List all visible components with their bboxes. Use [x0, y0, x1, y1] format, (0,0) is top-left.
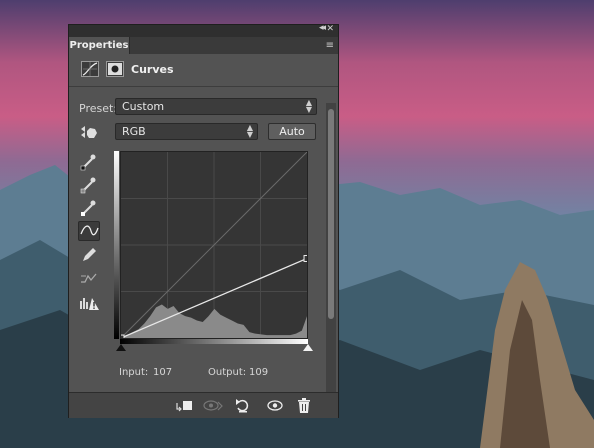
output-value: 109	[249, 367, 269, 378]
white-point-slider[interactable]	[303, 344, 313, 351]
panel-footer	[69, 392, 338, 418]
eyedropper-gray-icon[interactable]	[78, 175, 100, 195]
collapse-icon[interactable]: ◂◂	[319, 23, 326, 33]
preset-value: Custom	[122, 100, 165, 113]
preset-label: Preset:	[79, 102, 118, 115]
curve-point[interactable]	[303, 255, 308, 262]
curves-graph[interactable]	[120, 151, 308, 339]
panel-tab-row: Properties ≡	[69, 37, 338, 54]
reset-icon[interactable]	[233, 397, 253, 414]
adjustment-title: Curves	[131, 63, 174, 76]
dropdown-arrows-icon: ▲ ▼	[246, 123, 253, 139]
eyedropper-black-icon[interactable]	[78, 152, 100, 172]
input-label: Input:	[119, 367, 149, 378]
panel-title-bar: ◂◂ ✕	[69, 23, 338, 37]
hand-adjust-icon[interactable]	[78, 123, 100, 143]
smooth-curve-icon[interactable]	[78, 268, 100, 288]
input-gradient-bar	[120, 339, 308, 344]
panel-scrollbar[interactable]	[326, 103, 336, 393]
close-icon[interactable]: ✕	[326, 24, 334, 34]
properties-panel: ◂◂ ✕ Properties ≡ Curves Preset: Custom …	[68, 23, 339, 418]
eyedropper-white-icon[interactable]	[78, 198, 100, 218]
black-point-slider[interactable]	[116, 344, 126, 351]
tab-properties[interactable]: Properties	[69, 37, 130, 54]
output-label: Output:	[208, 367, 247, 378]
eye-icon[interactable]	[265, 397, 285, 414]
output-gradient-bar	[114, 151, 119, 339]
auto-button[interactable]: Auto	[268, 123, 316, 140]
channel-dropdown[interactable]: RGB ▲ ▼	[115, 123, 258, 140]
preset-dropdown[interactable]: Custom ▲ ▼	[115, 98, 317, 115]
dropdown-arrows-icon: ▲ ▼	[305, 98, 312, 114]
view-previous-icon[interactable]	[202, 397, 223, 414]
input-value: 107	[153, 367, 173, 378]
clip-to-layer-icon[interactable]	[174, 397, 194, 414]
panel-menu-icon[interactable]: ≡	[326, 40, 334, 51]
adjustment-header: Curves	[69, 54, 338, 87]
pencil-icon[interactable]	[78, 245, 100, 265]
clipping-warning-icon[interactable]	[78, 293, 100, 313]
scrollbar-thumb[interactable]	[328, 109, 334, 319]
curve-points-icon[interactable]	[78, 221, 100, 241]
trash-icon[interactable]	[294, 397, 314, 414]
curves-adjustment-icon[interactable]	[81, 61, 99, 77]
channel-value: RGB	[122, 125, 146, 138]
mask-icon[interactable]	[106, 61, 124, 77]
